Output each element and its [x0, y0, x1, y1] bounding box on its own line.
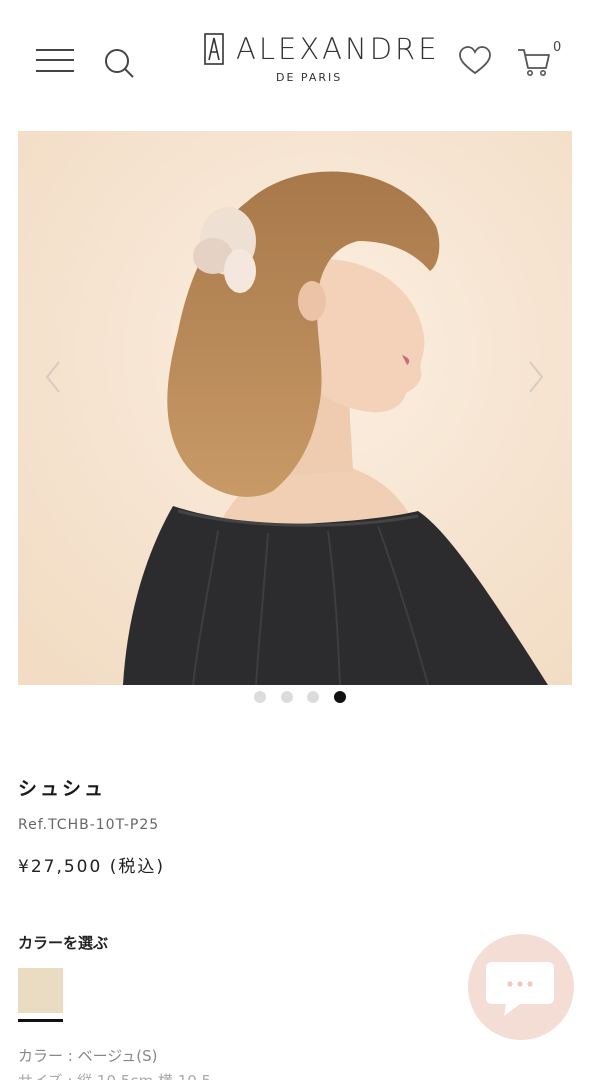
cart-icon — [518, 49, 550, 76]
menu-icon-line — [36, 49, 74, 51]
site-header: ALEXANDRE DE PARIS 0 — [0, 0, 590, 120]
size-label: サイズ : 縦 10.5cm 横 10.5 — [18, 1070, 211, 1080]
cart-button[interactable] — [516, 44, 552, 78]
menu-icon-line — [36, 59, 74, 61]
heart-icon — [459, 46, 491, 75]
swatch-selected-indicator — [18, 1019, 63, 1022]
carousel-dot[interactable] — [307, 691, 319, 703]
logo-mark-icon — [204, 33, 224, 65]
carousel-pagination — [250, 691, 350, 705]
search-button[interactable] — [102, 46, 136, 80]
menu-icon-line — [36, 70, 74, 72]
color-select-title: カラーを選ぶ — [18, 934, 109, 952]
product-photo — [18, 131, 572, 685]
cart-count-badge: 0 — [553, 40, 562, 55]
carousel-dot[interactable] — [254, 691, 266, 703]
carousel-dot[interactable] — [281, 691, 293, 703]
product-name: シュシュ — [18, 778, 107, 800]
product-image-carousel[interactable] — [18, 131, 572, 685]
brand-logo[interactable]: ALEXANDRE DE PARIS — [200, 30, 437, 86]
brand-name: ALEXANDRE — [236, 32, 440, 66]
carousel-next-button[interactable] — [522, 356, 550, 398]
menu-button[interactable] — [36, 46, 76, 76]
carousel-prev-button[interactable] — [39, 356, 67, 398]
favorite-button[interactable] — [458, 45, 492, 77]
chat-button[interactable] — [468, 934, 574, 1040]
chat-bubble-icon — [486, 962, 554, 1016]
product-price: ¥27,500 (税込) — [18, 857, 165, 877]
chevron-left-icon — [45, 361, 60, 393]
product-reference: Ref.TCHB-10T-P25 — [18, 817, 160, 833]
brand-subtitle: DE PARIS — [276, 71, 343, 84]
chevron-right-icon — [529, 361, 544, 393]
carousel-dot-active[interactable] — [334, 691, 346, 703]
search-icon — [105, 49, 134, 78]
color-swatch-beige[interactable] — [18, 968, 63, 1013]
selected-color-label: カラー : ベージュ(S) — [18, 1047, 158, 1065]
